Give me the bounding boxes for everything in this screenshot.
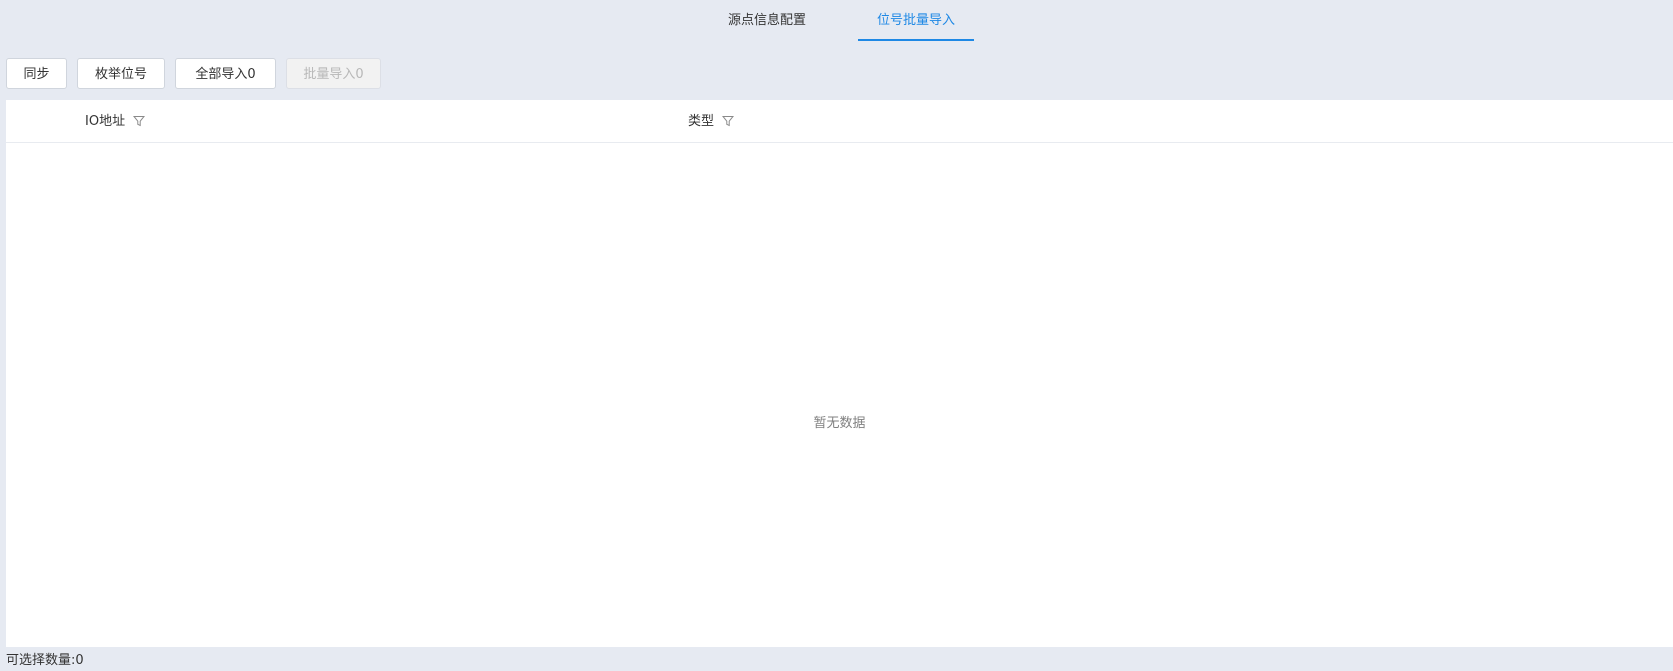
column-header-label: IO地址	[85, 114, 126, 129]
empty-state-text: 暂无数据	[813, 416, 866, 431]
tab-bar: 源点信息配置 位号批量导入	[0, 0, 1673, 42]
filter-icon[interactable]	[721, 102, 735, 127]
data-table: IO地址 类型 暂无数据	[6, 100, 1673, 647]
selectable-count-label: 可选择数量:0	[6, 653, 84, 668]
filter-icon[interactable]	[133, 102, 146, 127]
column-header-io-address: IO地址	[85, 100, 146, 143]
tab-tag-batch-import[interactable]: 位号批量导入	[858, 0, 974, 42]
column-header-label: 类型	[688, 114, 715, 129]
batch-import-button: 批量导入0	[286, 58, 381, 89]
tab-source-info-config[interactable]: 源点信息配置	[711, 0, 823, 42]
enumerate-tags-button[interactable]: 枚举位号	[77, 58, 165, 89]
table-header: IO地址 类型	[6, 100, 1673, 143]
import-all-button[interactable]: 全部导入0	[175, 58, 276, 89]
sync-button[interactable]: 同步	[6, 58, 67, 89]
column-header-type: 类型	[688, 100, 735, 143]
